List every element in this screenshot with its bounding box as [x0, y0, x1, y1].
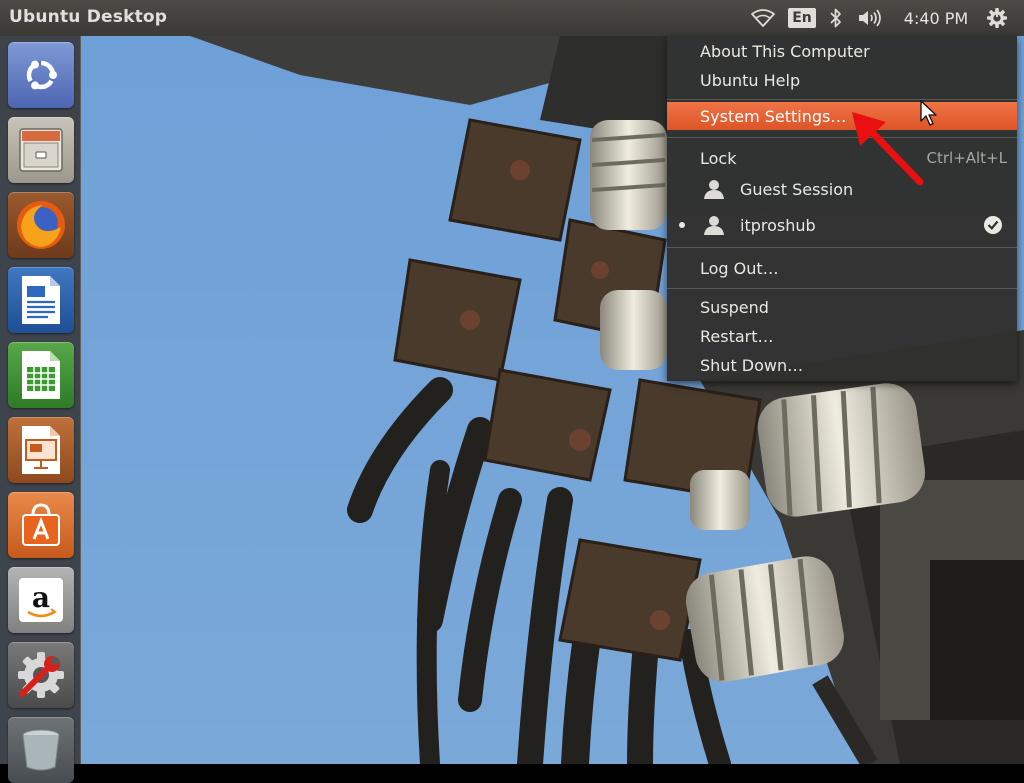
panel-title: Ubuntu Desktop	[9, 7, 168, 27]
red-arrow-annotation-icon	[852, 112, 924, 186]
menu-item-shut-down-label: Shut Down…	[700, 355, 804, 375]
menu-item-user-label: itproshub	[740, 215, 816, 235]
software-center-bag-icon	[22, 503, 60, 546]
menu-item-about[interactable]: About This Computer	[667, 36, 1017, 66]
menu-item-restart[interactable]: Restart…	[667, 321, 1017, 351]
menu-item-suspend[interactable]: Suspend	[667, 292, 1017, 322]
launcher-files[interactable]	[8, 117, 74, 183]
menu-item-help[interactable]: Ubuntu Help	[667, 65, 1017, 95]
launcher-system-settings[interactable]	[8, 642, 74, 708]
active-user-dot	[679, 222, 685, 228]
settings-wrench-gear-icon	[18, 652, 64, 698]
launcher-firefox[interactable]	[8, 192, 74, 258]
writer-document-icon	[22, 276, 60, 324]
launcher: a	[0, 36, 81, 783]
lock-shortcut-label: Ctrl+Alt+L	[926, 149, 1008, 167]
top-panel: Ubuntu Desktop En 4:40 PM	[0, 0, 1024, 36]
checkmark-icon	[984, 216, 1002, 234]
launcher-amazon[interactable]: a	[8, 567, 74, 633]
menu-separator	[667, 247, 1017, 248]
keyboard-layout-indicator[interactable]: En	[787, 0, 817, 36]
launcher-dash-home[interactable]	[8, 42, 74, 108]
bluetooth-icon	[830, 8, 841, 28]
menu-item-user[interactable]: itproshub	[667, 210, 1017, 240]
menu-item-restart-label: Restart…	[700, 326, 774, 346]
firefox-icon	[17, 201, 65, 249]
menu-item-system-settings[interactable]: System Settings…	[667, 102, 1017, 130]
user-icon	[704, 216, 724, 235]
menu-item-about-label: About This Computer	[700, 41, 870, 61]
network-indicator[interactable]	[748, 0, 778, 36]
menu-item-log-out-label: Log Out…	[700, 258, 779, 278]
sound-indicator[interactable]	[854, 0, 888, 36]
menu-item-lock[interactable]: Lock Ctrl+Alt+L	[667, 143, 1017, 173]
calc-spreadsheet-icon	[22, 351, 60, 399]
launcher-writer[interactable]	[8, 267, 74, 333]
menu-item-system-settings-label: System Settings…	[700, 106, 847, 126]
clock-label: 4:40 PM	[903, 8, 969, 28]
menu-item-log-out[interactable]: Log Out…	[667, 253, 1017, 283]
menu-separator	[667, 288, 1017, 289]
wifi-icon	[751, 9, 775, 27]
menu-item-lock-label: Lock	[700, 148, 737, 168]
svg-text:a: a	[32, 581, 50, 614]
launcher-calc[interactable]	[8, 342, 74, 408]
impress-presentation-icon	[22, 426, 60, 474]
menu-item-suspend-label: Suspend	[700, 297, 769, 317]
menu-item-shut-down[interactable]: Shut Down…	[667, 350, 1017, 380]
clock-indicator[interactable]: 4:40 PM	[897, 0, 975, 36]
menu-item-guest-session-label: Guest Session	[740, 179, 854, 199]
menu-item-help-label: Ubuntu Help	[700, 70, 801, 90]
volume-icon	[859, 9, 881, 27]
mouse-pointer-icon	[920, 100, 937, 126]
user-icon	[704, 180, 724, 199]
menu-item-guest-session[interactable]: Guest Session	[667, 174, 1017, 204]
file-cabinet-icon	[19, 128, 63, 172]
keyboard-layout-label: En	[788, 8, 816, 28]
launcher-trash[interactable]	[8, 717, 74, 783]
bluetooth-indicator[interactable]	[826, 0, 846, 36]
amazon-icon: a	[19, 578, 63, 622]
trash-icon	[22, 729, 60, 771]
launcher-impress[interactable]	[8, 417, 74, 483]
gear-icon	[987, 8, 1007, 28]
ubuntu-logo-icon	[26, 60, 57, 90]
menu-separator	[667, 137, 1017, 138]
session-menu: About This Computer Ubuntu Help System S…	[667, 36, 1017, 381]
launcher-software-center[interactable]	[8, 492, 74, 558]
session-indicator[interactable]	[982, 0, 1012, 36]
menu-separator	[667, 99, 1017, 100]
